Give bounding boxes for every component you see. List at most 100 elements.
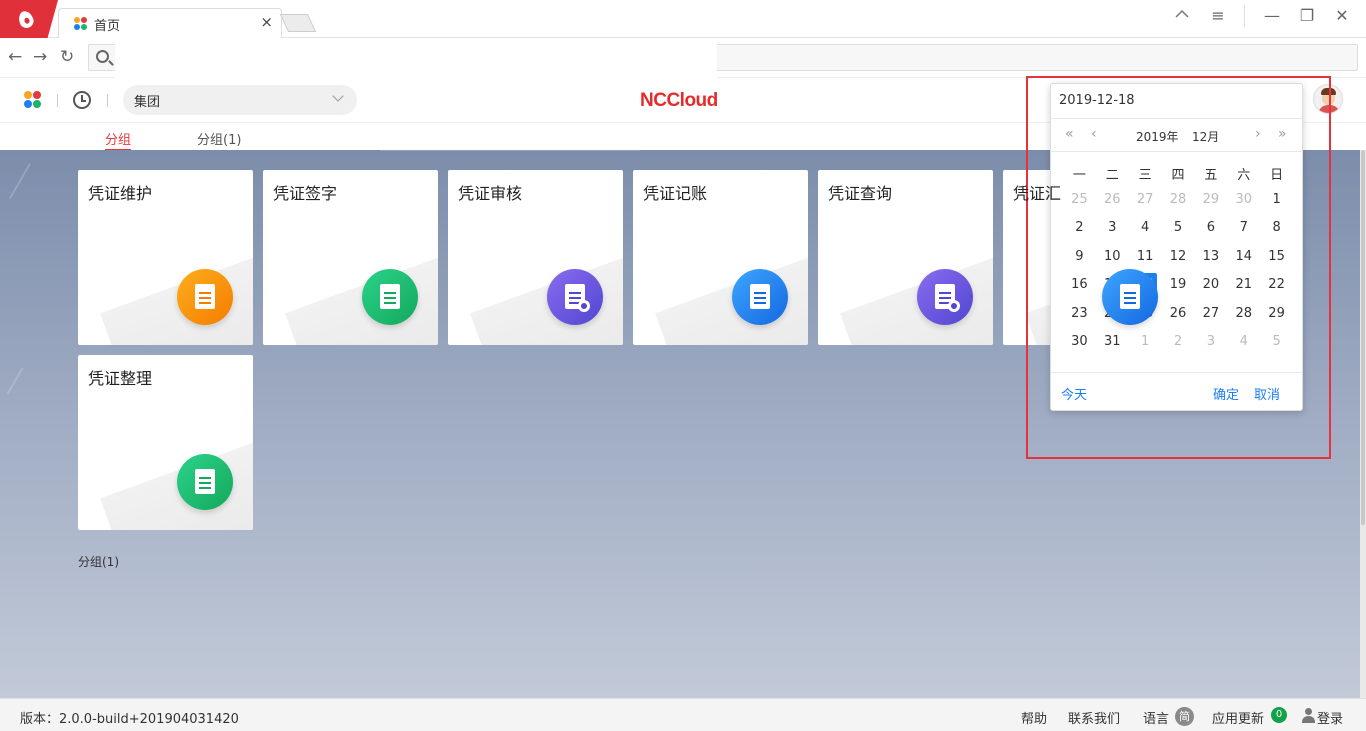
app-update-link[interactable]: 应用更新 — [1212, 708, 1264, 727]
language-badge[interactable]: 简 — [1175, 707, 1194, 726]
calendar-day[interactable]: 26 — [1162, 302, 1195, 330]
card-title: 凭证维护 — [88, 184, 153, 203]
calendar-day[interactable]: 29 — [1260, 302, 1293, 330]
calendar-day[interactable]: 21 — [1227, 273, 1260, 301]
calendar-day[interactable]: 29 — [1194, 188, 1227, 216]
calendar-day[interactable]: 30 — [1063, 330, 1096, 358]
login-link[interactable]: 登录 — [1317, 708, 1343, 727]
minimize-button[interactable]: — — [1260, 6, 1284, 28]
calendar-day-label: 9 — [1075, 248, 1084, 264]
book-icon — [177, 454, 233, 510]
card-title: 凭证查询 — [828, 184, 893, 203]
calendar-day[interactable]: 4 — [1129, 216, 1162, 244]
language-link[interactable]: 语言 — [1143, 708, 1169, 727]
app-menu-icon[interactable] — [24, 91, 42, 109]
calendar-day[interactable]: 7 — [1227, 216, 1260, 244]
calendar-day-label: 4 — [1239, 333, 1248, 349]
year-select[interactable]: 2019年 — [1136, 128, 1179, 145]
month-select[interactable]: 12月 — [1192, 128, 1219, 145]
calendar-day[interactable]: 5 — [1260, 330, 1293, 358]
new-tab-button[interactable] — [279, 14, 317, 32]
app-card-voucher-arrange[interactable]: 凭证整理 — [78, 355, 253, 530]
calendar-day[interactable]: 2 — [1063, 216, 1096, 244]
card-title: 凭证签字 — [273, 184, 338, 203]
search-icon — [96, 50, 109, 63]
forward-button[interactable]: → — [33, 47, 47, 67]
calendar-day[interactable]: 26 — [1096, 188, 1129, 216]
prev-month-button[interactable]: ‹ — [1091, 126, 1097, 142]
calendar-day[interactable]: 28 — [1162, 188, 1195, 216]
app-card-voucher-post[interactable]: 凭证记账 — [633, 170, 808, 345]
calendar-day[interactable]: 8 — [1260, 216, 1293, 244]
cancel-button[interactable]: 取消 — [1254, 384, 1280, 403]
scrollbar[interactable] — [1360, 150, 1366, 698]
contact-link[interactable]: 联系我们 — [1068, 708, 1120, 727]
calendar-day[interactable]: 5 — [1162, 216, 1195, 244]
calendar-day[interactable]: 4 — [1227, 330, 1260, 358]
user-avatar[interactable] — [1313, 84, 1343, 114]
calendar-day[interactable]: 28 — [1227, 302, 1260, 330]
calendar-day[interactable]: 14 — [1227, 245, 1260, 273]
weekday-label: 一 — [1072, 168, 1086, 183]
app-card-voucher-maintain[interactable]: 凭证维护 — [78, 170, 253, 345]
browser-logo-icon — [0, 0, 58, 38]
browser-tab-home[interactable]: 首页 × — [58, 8, 282, 38]
skin-icon[interactable] — [1170, 6, 1194, 28]
app-card-voucher-audit[interactable]: 凭证审核 — [448, 170, 623, 345]
calendar-day[interactable]: 19 — [1162, 273, 1195, 301]
calendar-day[interactable]: 1 — [1129, 330, 1162, 358]
weekday-label: 日 — [1270, 168, 1284, 183]
calendar-day[interactable]: 31 — [1096, 330, 1129, 358]
document-icon — [177, 269, 233, 325]
calendar-day[interactable]: 23 — [1063, 302, 1096, 330]
calendar-day[interactable]: 20 — [1194, 273, 1227, 301]
calendar-day-label: 27 — [1202, 305, 1220, 321]
tab-group-1[interactable]: 分组(1) — [197, 129, 241, 148]
tab-title: 首页 — [94, 19, 121, 34]
calendar-day[interactable]: 9 — [1063, 245, 1096, 273]
calendar-day[interactable]: 2 — [1162, 330, 1195, 358]
calendar-day[interactable]: 6 — [1194, 216, 1227, 244]
calendar-day[interactable]: 30 — [1227, 188, 1260, 216]
back-button[interactable]: ← — [8, 47, 22, 67]
weekday-label: 五 — [1204, 168, 1218, 183]
group-select[interactable]: 集团 — [123, 85, 357, 115]
date-picker-header: « ‹ 2019年 12月 › » — [1051, 119, 1302, 152]
tab-close-icon[interactable]: × — [260, 13, 273, 31]
menu-icon[interactable]: ≡ — [1206, 6, 1230, 28]
tab-group[interactable]: 分组 — [105, 129, 132, 151]
calendar-day[interactable]: 13 — [1194, 245, 1227, 273]
app-card-voucher-sign[interactable]: 凭证签字 — [263, 170, 438, 345]
next-year-button[interactable]: » — [1278, 126, 1287, 142]
prev-year-button[interactable]: « — [1065, 126, 1074, 142]
reload-button[interactable]: ↻ — [60, 47, 74, 67]
help-link[interactable]: 帮助 — [1021, 708, 1047, 727]
app-card-voucher-query[interactable]: 凭证查询 — [818, 170, 993, 345]
history-clock-icon[interactable] — [73, 91, 91, 109]
calendar-day[interactable]: 12 — [1162, 245, 1195, 273]
today-button[interactable]: 今天 — [1061, 384, 1087, 403]
calendar-day[interactable]: 3 — [1194, 330, 1227, 358]
calendar-day-label: 7 — [1239, 220, 1248, 236]
calendar-day[interactable]: 25 — [1063, 188, 1096, 216]
divider — [107, 94, 108, 107]
calendar-day-label: 2 — [1075, 220, 1084, 236]
next-month-button[interactable]: › — [1255, 126, 1261, 142]
calendar-day-label: 11 — [1136, 248, 1154, 264]
calendar-day-label: 1 — [1141, 333, 1150, 349]
date-picker: 2019-12-18 « ‹ 2019年 12月 › » 一 二 三 四 五 六… — [1050, 83, 1303, 411]
calendar-day-label: 2 — [1173, 333, 1183, 349]
calendar-day[interactable]: 16 — [1063, 273, 1096, 301]
date-input[interactable]: 2019-12-18 — [1051, 84, 1302, 119]
calendar-day[interactable]: 27 — [1194, 302, 1227, 330]
calendar-day[interactable]: 3 — [1096, 216, 1129, 244]
date-input-value: 2019-12-18 — [1059, 93, 1135, 108]
maximize-button[interactable]: ❐ — [1295, 6, 1319, 28]
calendar-day[interactable]: 1 — [1260, 188, 1293, 216]
calendar-day[interactable]: 27 — [1129, 188, 1162, 216]
calendar-day-label: 16 — [1071, 277, 1088, 293]
ok-button[interactable]: 确定 — [1213, 384, 1239, 403]
calendar-day[interactable]: 22 — [1260, 273, 1293, 301]
close-window-button[interactable]: ✕ — [1330, 6, 1354, 28]
calendar-day[interactable]: 15 — [1260, 245, 1293, 273]
